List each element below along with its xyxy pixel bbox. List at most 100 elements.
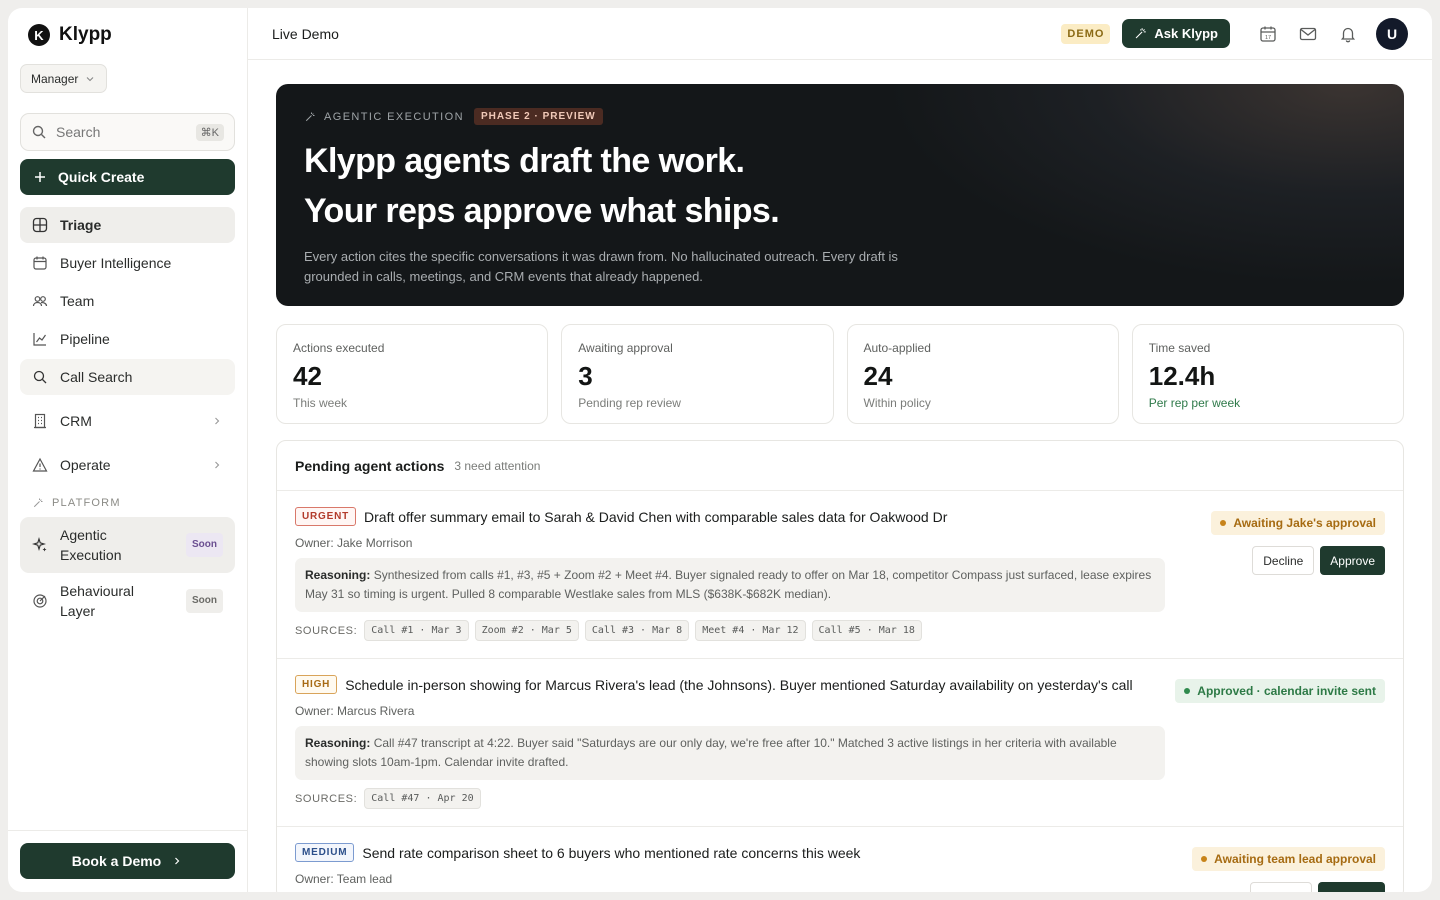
book-demo-button[interactable]: Book a Demo	[20, 843, 235, 879]
source-chip[interactable]: Zoom #2 · Mar 5	[474, 620, 579, 641]
sidebar-nav: Triage Buyer Intelligence Team Pipeline …	[20, 207, 235, 629]
priority-badge: HIGH	[295, 675, 338, 694]
status-dot	[1184, 688, 1191, 694]
ask-klypp-button[interactable]: Ask Klypp	[1122, 19, 1230, 48]
panel-title: Pending agent actions	[295, 457, 445, 474]
content: AGENTIC EXECUTION PHASE 2 · PREVIEW Klyp…	[276, 84, 1404, 892]
stat-sub: Pending rep review	[578, 396, 681, 410]
sidebar-item-behavioural-layer[interactable]: Behavioural Layer Soon	[20, 573, 235, 629]
book-demo-label: Book a Demo	[71, 853, 162, 869]
pending-actions-panel: Pending agent actions 3 need attention U…	[276, 440, 1404, 892]
priority-badge: MEDIUM	[295, 843, 355, 862]
svg-text:17: 17	[1265, 34, 1271, 40]
main-area: Live Demo DEMO Ask Klypp 17 U AGENTIC EX…	[248, 8, 1432, 892]
action-owner: Owner: Marcus Rivera	[295, 704, 415, 718]
sidebar-footer: Book a Demo	[8, 830, 247, 892]
soon-badge: Soon	[186, 533, 223, 557]
platform-heading: PLATFORM	[20, 497, 235, 509]
stat-value: 24	[863, 361, 893, 391]
wand-icon	[1136, 28, 1147, 39]
status-badge: Awaiting team lead approval	[1192, 847, 1385, 871]
quick-create-button[interactable]: Quick Create	[20, 159, 235, 195]
sidebar-item-agentic-execution[interactable]: Agentic Execution Soon	[20, 517, 235, 573]
sidebar-item-label: CRM	[60, 413, 92, 429]
stat-value: 42	[293, 361, 322, 391]
brand[interactable]: K Klypp	[28, 24, 112, 46]
decline-button[interactable]: Decline	[1252, 546, 1315, 575]
source-chip[interactable]: Call #3 · Mar 8	[584, 620, 690, 641]
panel-count: 3 need attention	[454, 458, 541, 473]
sidebar-item-label: Call Search	[60, 369, 133, 385]
soon-badge: Soon	[186, 589, 223, 613]
bell-icon	[1340, 27, 1356, 42]
approve-button[interactable]	[1318, 882, 1385, 892]
action-owner: Owner: Team lead	[295, 872, 393, 886]
grid-icon	[32, 217, 48, 233]
action-title: Draft offer summary email to Sarah & Dav…	[364, 508, 948, 525]
stat-label: Auto-applied	[863, 341, 931, 355]
stat-value: 3	[578, 361, 593, 391]
source-chip[interactable]: Call #47 · Apr 20	[364, 788, 481, 809]
mail-button[interactable]	[1288, 18, 1328, 50]
stat-label: Time saved	[1148, 341, 1211, 355]
stat-card: Awaiting approval 3 Pending rep review	[561, 324, 834, 424]
calendar-button[interactable]: 17	[1248, 18, 1288, 50]
sources-label: SOURCES:	[295, 624, 358, 637]
action-title: Schedule in-person showing for Marcus Ri…	[345, 676, 1133, 693]
sidebar-item-label: Triage	[60, 217, 102, 233]
source-chip[interactable]: Meet #4 · Mar 12	[695, 620, 806, 641]
avatar[interactable]: U	[1376, 17, 1408, 50]
status-dot	[1220, 520, 1227, 526]
wand-icon	[305, 112, 315, 121]
mail-icon	[1299, 27, 1317, 40]
action-title: Send rate comparison sheet to 6 buyers w…	[362, 844, 861, 861]
topbar: Live Demo DEMO Ask Klypp 17 U	[248, 8, 1432, 60]
brand-name: Klypp	[59, 24, 112, 45]
sidebar-item-label: Agentic Execution	[60, 527, 122, 563]
hero-headline-2: Your reps approve what ships.	[304, 192, 780, 230]
stat-label: Awaiting approval	[578, 341, 673, 355]
building-icon	[34, 413, 46, 429]
brand-logo: K	[28, 24, 50, 46]
calendar-icon	[33, 256, 47, 270]
stat-card: Time saved 12.4h Per rep per week	[1131, 324, 1404, 424]
role-selector[interactable]: Manager	[20, 64, 108, 93]
stat-card: Actions executed 42 This week	[276, 324, 549, 424]
sidebar-item-triage[interactable]: Triage	[20, 207, 235, 243]
hero-headline-1: Klypp agents draft the work.	[304, 142, 745, 180]
sidebar-item-pipeline[interactable]: Pipeline	[20, 321, 235, 357]
sidebar-item-label: Operate	[60, 457, 111, 473]
chevron-right-icon	[215, 461, 220, 469]
hero-tag-label: AGENTIC EXECUTION	[324, 110, 464, 123]
sidebar-item-call-search[interactable]: Call Search	[20, 359, 235, 395]
stat-sub: Within policy	[863, 396, 931, 410]
hero-description: Every action cites the specific conversa…	[304, 249, 898, 284]
warning-icon	[32, 457, 48, 472]
role-label: Manager	[31, 71, 79, 86]
sidebar-item-buyer-intelligence[interactable]: Buyer Intelligence	[20, 245, 235, 281]
notifications-button[interactable]	[1328, 18, 1368, 50]
action-owner: Owner: Jake Morrison	[295, 536, 413, 550]
sidebar-item-team[interactable]: Team	[20, 283, 235, 319]
decline-button[interactable]	[1250, 882, 1312, 892]
chevron-right-icon	[175, 857, 180, 865]
action-reasoning: Reasoning: Call #47 transcript at 4:22. …	[295, 726, 1165, 780]
sidebar-item-label: Pipeline	[60, 331, 110, 347]
calendar-icon: 17	[1260, 26, 1276, 42]
stat-label: Actions executed	[293, 341, 385, 355]
sidebar-item-label: Team	[60, 293, 95, 309]
hero-tag: AGENTIC EXECUTION PHASE 2 · PREVIEW	[304, 108, 1376, 125]
sidebar: K Klypp Manager Search ⌘K Quick Create T…	[8, 8, 248, 892]
search-icon	[32, 125, 46, 139]
source-chip[interactable]: Call #5 · Mar 18	[811, 620, 922, 641]
action-reasoning: Reasoning: Synthesized from calls #1, #3…	[295, 558, 1165, 612]
action-item: HIGH Schedule in-person showing for Marc…	[277, 659, 1403, 827]
sidebar-item-operate[interactable]: Operate	[20, 447, 235, 483]
sidebar-item-crm[interactable]: CRM	[20, 403, 235, 439]
panel-header: Pending agent actions 3 need attention	[277, 441, 1403, 491]
approve-button[interactable]: Approve	[1320, 546, 1385, 575]
source-chip[interactable]: Call #1 · Mar 3	[364, 620, 469, 641]
search-input[interactable]: Search ⌘K	[20, 113, 235, 151]
status-dot	[1201, 856, 1208, 862]
demo-badge: DEMO	[1061, 23, 1111, 44]
